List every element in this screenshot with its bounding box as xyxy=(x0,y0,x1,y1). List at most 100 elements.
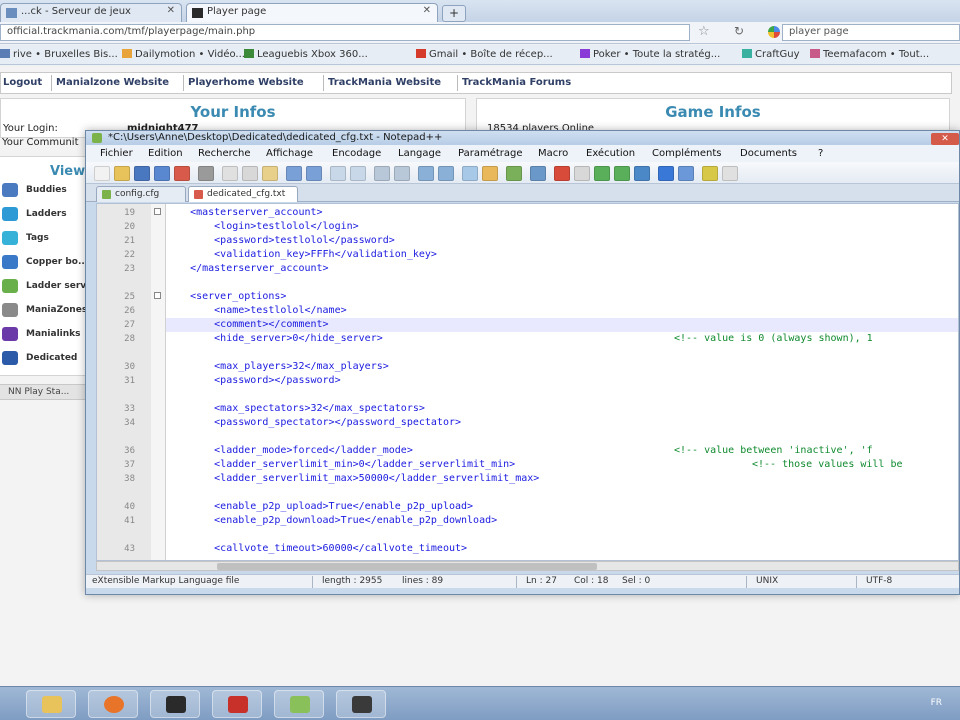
code-line[interactable] xyxy=(166,276,958,290)
menu-help[interactable]: ? xyxy=(818,148,823,159)
run-multiple-icon[interactable] xyxy=(614,166,630,181)
code-line[interactable]: <masterserver_account> xyxy=(166,206,958,220)
reload-icon[interactable]: ↻ xyxy=(734,24,744,38)
sidebar-item-copper[interactable]: Copper bo... xyxy=(0,253,88,273)
menu-affichage[interactable]: Affichage xyxy=(266,148,313,159)
undo-icon[interactable] xyxy=(286,166,302,181)
print-icon[interactable] xyxy=(198,166,214,181)
pin-icon[interactable] xyxy=(658,166,674,181)
paste-icon[interactable] xyxy=(262,166,278,181)
code-line[interactable]: <callvote_timeout>60000</callvote_timeou… xyxy=(166,542,958,556)
indent-guide-icon[interactable] xyxy=(462,166,478,181)
close-file-icon[interactable] xyxy=(174,166,190,181)
stop-macro-icon[interactable] xyxy=(574,166,590,181)
document-map-icon[interactable] xyxy=(530,166,546,181)
menu-langage[interactable]: Langage xyxy=(398,148,441,159)
nav-playerhome-link[interactable]: Playerhome Website xyxy=(188,77,304,88)
tab-config-cfg[interactable]: config.cfg xyxy=(96,186,186,202)
menu-complements[interactable]: Compléments xyxy=(652,148,721,159)
menu-edition[interactable]: Edition xyxy=(148,148,183,159)
address-bar[interactable]: official.trackmania.com/tmf/playerpage/m… xyxy=(0,24,690,41)
code-line[interactable] xyxy=(166,486,958,500)
taskbar-app-button[interactable] xyxy=(336,690,386,718)
code-line[interactable]: <ladder_mode>forced</ladder_mode> <!-- va… xyxy=(166,444,958,458)
taskbar-filezilla-button[interactable] xyxy=(212,690,262,718)
code-line[interactable]: <password></password> xyxy=(166,374,958,388)
code-line[interactable] xyxy=(166,430,958,444)
code-line[interactable]: <password>testlolol</password> xyxy=(166,234,958,248)
taskbar-trackmania-button[interactable] xyxy=(150,690,200,718)
bookmark-item[interactable]: CraftGuy xyxy=(742,49,800,60)
tab-dedicated-cfg[interactable]: dedicated_cfg.txt xyxy=(188,186,298,202)
redo-icon[interactable] xyxy=(306,166,322,181)
taskbar-firefox-button[interactable] xyxy=(88,690,138,718)
menu-macro[interactable]: Macro xyxy=(538,148,568,159)
code-line[interactable]: <max_spectators>32</max_spectators> xyxy=(166,402,958,416)
code-line[interactable]: <max_players>32</max_players> xyxy=(166,360,958,374)
close-icon[interactable]: ✕ xyxy=(167,5,175,16)
bookmark-item[interactable]: Leaguebis Xbox 360... xyxy=(244,49,368,60)
find-icon[interactable] xyxy=(330,166,346,181)
sidebar-item-manialinks[interactable]: Manialinks xyxy=(0,325,88,345)
wrap-icon[interactable] xyxy=(438,166,454,181)
taskbar-explorer-button[interactable] xyxy=(26,690,76,718)
browser-tab-serveur[interactable]: ...ck - Serveur de jeux ✕ xyxy=(0,3,182,22)
bookmark-star-icon[interactable]: ☆ xyxy=(698,24,710,39)
save-icon[interactable] xyxy=(134,166,150,181)
menu-parametrage[interactable]: Paramétrage xyxy=(458,148,523,159)
replace-icon[interactable] xyxy=(350,166,366,181)
fold-toggle-icon[interactable] xyxy=(154,292,161,299)
search-input[interactable]: player page xyxy=(782,24,960,41)
code-line[interactable]: <enable_p2p_upload>True</enable_p2p_uplo… xyxy=(166,500,958,514)
zoom-out-icon[interactable] xyxy=(394,166,410,181)
fold-toggle-icon[interactable] xyxy=(154,208,161,215)
bookmark-item[interactable]: Poker • Toute la stratég... xyxy=(580,49,720,60)
sidebar-item-dedicated[interactable]: Dedicated xyxy=(0,349,88,369)
menu-recherche[interactable]: Recherche xyxy=(198,148,251,159)
code-area[interactable]: <masterserver_account> <login>testlolol<… xyxy=(166,204,958,560)
code-line[interactable] xyxy=(166,346,958,360)
code-line[interactable]: <ladder_serverlimit_min>0</ladder_server… xyxy=(166,458,958,472)
code-line[interactable]: <name>testlolol</name> xyxy=(166,304,958,318)
favorite-icon[interactable] xyxy=(702,166,718,181)
sidebar-item-ladder-servers[interactable]: Ladder serv... xyxy=(0,277,96,297)
sidebar-item-buddies[interactable]: Buddies xyxy=(0,181,88,201)
bookmark-item[interactable]: Dailymotion • Vidéo... xyxy=(122,49,245,60)
taskbar-notepadpp-button[interactable] xyxy=(274,690,324,718)
menu-encodage[interactable]: Encodage xyxy=(332,148,381,159)
code-line[interactable]: <ladder_serverlimit_max>50000</ladder_se… xyxy=(166,472,958,486)
code-line[interactable]: <server_options> xyxy=(166,290,958,304)
play-macro-icon[interactable] xyxy=(594,166,610,181)
zoom-in-icon[interactable] xyxy=(374,166,390,181)
menu-fichier[interactable]: Fichier xyxy=(100,148,133,159)
nav-forums-link[interactable]: TrackMania Forums xyxy=(462,77,571,88)
new-file-icon[interactable] xyxy=(94,166,110,181)
sidebar-item-maniazones[interactable]: ManiaZones xyxy=(0,301,88,321)
browser-tab-player-page[interactable]: Player page ✕ xyxy=(186,3,438,22)
menu-execution[interactable]: Exécution xyxy=(586,148,635,159)
window-titlebar[interactable]: *C:\Users\Anne\Desktop\Dedicated\dedicat… xyxy=(86,131,959,145)
scrollbar-thumb[interactable] xyxy=(217,563,597,570)
save-macro-icon[interactable] xyxy=(634,166,650,181)
open-file-icon[interactable] xyxy=(114,166,130,181)
horizontal-scrollbar[interactable] xyxy=(96,561,959,571)
nav-trackmania-link[interactable]: TrackMania Website xyxy=(328,77,441,88)
close-window-button[interactable]: ✕ xyxy=(931,133,959,145)
sidebar-item-tags[interactable]: Tags xyxy=(0,229,88,249)
bookmark-item[interactable]: Teemafacom • Tout... xyxy=(810,49,929,60)
code-line[interactable]: <password_spectator></password_spectator… xyxy=(166,416,958,430)
code-line[interactable]: <enable_p2p_download>True</enable_p2p_do… xyxy=(166,514,958,528)
code-line[interactable]: </masterserver_account> xyxy=(166,262,958,276)
zoom-icon[interactable] xyxy=(506,166,522,181)
code-line[interactable]: <validation_key>FFFh</validation_key> xyxy=(166,248,958,262)
code-line[interactable]: <hide_server>0</hide_server> <!-- value i… xyxy=(166,332,958,346)
sync-scroll-icon[interactable] xyxy=(418,166,434,181)
nav-logout-link[interactable]: Logout xyxy=(3,77,42,88)
cut-icon[interactable] xyxy=(222,166,238,181)
new-tab-button[interactable]: + xyxy=(442,5,466,22)
nav-manialzone-link[interactable]: Manialzone Website xyxy=(56,77,169,88)
save-all-icon[interactable] xyxy=(154,166,170,181)
view-icon[interactable] xyxy=(678,166,694,181)
copy-icon[interactable] xyxy=(242,166,258,181)
record-macro-icon[interactable] xyxy=(554,166,570,181)
